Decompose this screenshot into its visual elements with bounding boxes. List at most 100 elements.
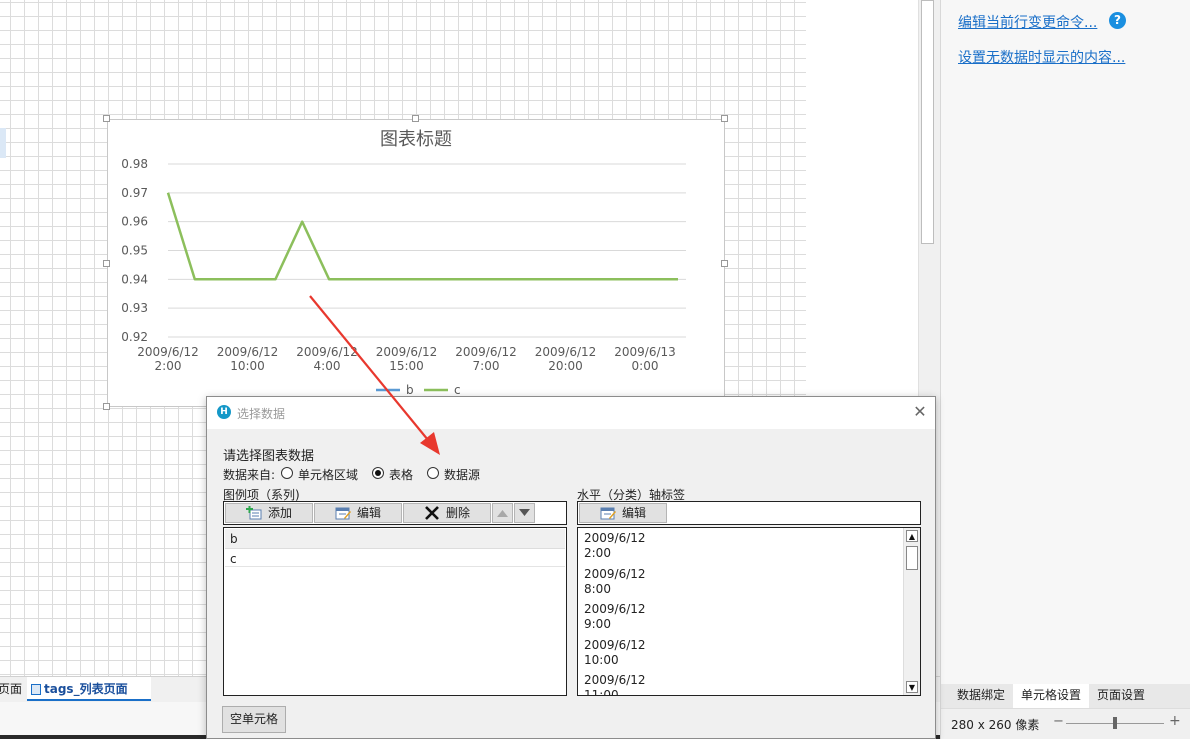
delete-series-button[interactable]: 删除 bbox=[403, 503, 491, 523]
scrollbar-thumb[interactable] bbox=[921, 0, 934, 244]
radio-cell-range[interactable] bbox=[281, 467, 293, 479]
dialog-heading: 请选择图表数据 bbox=[223, 449, 315, 464]
page-tab-partial[interactable]: 页面 bbox=[0, 677, 22, 701]
list-item[interactable]: 2009/6/12 9:00 bbox=[584, 602, 646, 632]
zoom-slider-thumb[interactable] bbox=[1113, 717, 1117, 729]
delete-series-label: 删除 bbox=[446, 506, 471, 520]
list-item-line: 2009/6/12 bbox=[584, 602, 646, 616]
x-tick-label: 2009/6/12 4:00 bbox=[296, 345, 358, 373]
zoom-in-icon[interactable]: + bbox=[1169, 713, 1181, 729]
edit-icon bbox=[335, 507, 351, 520]
x-tick-label: 2009/6/12 10:00 bbox=[217, 345, 279, 373]
x-tick-label-line: 7:00 bbox=[473, 359, 500, 373]
scrollbar-thumb[interactable] bbox=[906, 546, 918, 570]
tab-page-settings[interactable]: 页面设置 bbox=[1089, 684, 1153, 708]
app-logo-icon: H bbox=[217, 405, 231, 419]
x-tick-label-line: 2009/6/12 bbox=[296, 345, 358, 359]
list-item[interactable]: b bbox=[230, 532, 238, 546]
list-item-line: 10:00 bbox=[584, 652, 619, 667]
radio-table-label[interactable]: 表格 bbox=[389, 466, 413, 483]
x-tick-label-line: 0:00 bbox=[632, 359, 659, 373]
chart-plot: 0.920.930.940.950.960.970.982009/6/12 2:0… bbox=[121, 157, 686, 397]
edit-category-button[interactable]: 编辑 bbox=[579, 503, 667, 523]
y-tick-label: 0.94 bbox=[121, 272, 148, 286]
x-tick-label-line: 2009/6/12 bbox=[376, 345, 438, 359]
scroll-down-icon[interactable]: ▼ bbox=[906, 681, 918, 693]
list-item[interactable]: 2009/6/12 8:00 bbox=[584, 567, 646, 597]
x-tick-label-line: 2009/6/13 bbox=[614, 345, 676, 359]
resize-handle-tl[interactable] bbox=[103, 115, 110, 122]
x-tick-label-line: 2009/6/12 bbox=[217, 345, 279, 359]
triangle-down-icon bbox=[519, 509, 530, 516]
close-icon[interactable]: ✕ bbox=[909, 401, 931, 423]
y-tick-label: 0.93 bbox=[121, 301, 148, 315]
y-tick-label: 0.92 bbox=[121, 330, 148, 344]
series-row-selected bbox=[225, 529, 565, 549]
page-icon bbox=[31, 684, 41, 695]
list-item-line: 2009/6/12 bbox=[584, 673, 646, 687]
scroll-up-icon[interactable]: ▲ bbox=[906, 530, 918, 542]
resize-handle-ml[interactable] bbox=[103, 260, 110, 267]
edit-series-button[interactable]: 编辑 bbox=[314, 503, 402, 523]
radio-data-source-label[interactable]: 数据源 bbox=[444, 466, 480, 483]
x-tick-label-line: 4:00 bbox=[314, 359, 341, 373]
resize-handle-mr[interactable] bbox=[721, 260, 728, 267]
move-down-button[interactable] bbox=[514, 503, 535, 523]
delete-icon bbox=[425, 506, 439, 520]
zoom-out-icon[interactable]: − bbox=[1053, 714, 1064, 729]
radio-cell-range-label[interactable]: 单元格区域 bbox=[298, 466, 358, 483]
resize-handle-tm[interactable] bbox=[412, 115, 419, 122]
page-tab-label: tags_列表页面 bbox=[44, 682, 128, 696]
add-series-label: 添加 bbox=[268, 506, 293, 520]
x-tick-label-line: 15:00 bbox=[389, 359, 424, 373]
legend-label-c: c bbox=[454, 383, 461, 397]
y-tick-label: 0.97 bbox=[121, 186, 148, 200]
radio-data-source[interactable] bbox=[427, 467, 439, 479]
radio-table[interactable] bbox=[372, 467, 384, 479]
help-icon[interactable]: ? bbox=[1109, 12, 1126, 29]
list-item-line: 2009/6/12 bbox=[584, 531, 646, 545]
list-item[interactable]: c bbox=[230, 552, 237, 566]
edit-icon bbox=[600, 507, 616, 520]
list-item[interactable]: 2009/6/12 10:00 bbox=[584, 638, 646, 668]
list-item[interactable]: 2009/6/12 11:00 bbox=[584, 673, 646, 696]
triangle-up-icon bbox=[497, 510, 508, 517]
size-readout: 280 x 260 像素 bbox=[951, 718, 1040, 732]
empty-cells-button[interactable]: 空单元格 bbox=[222, 706, 286, 733]
y-tick-label: 0.98 bbox=[121, 157, 148, 171]
list-item-line: 2009/6/12 bbox=[584, 637, 646, 652]
edit-row-change-command-link[interactable]: 编辑当前行变更命令... bbox=[958, 12, 1097, 32]
category-list-scrollbar[interactable]: ▲ ▼ bbox=[903, 528, 920, 695]
category-list[interactable]: 2009/6/12 2:00 2009/6/12 8:00 2009/6/12 9:00 2… bbox=[577, 527, 921, 696]
data-source-label: 数据来自: bbox=[223, 468, 276, 482]
add-series-button[interactable]: 添加 bbox=[225, 503, 313, 523]
x-tick-label: 2009/6/12 20:00 bbox=[535, 345, 597, 373]
series-toolbar: 添加 编辑 删除 bbox=[223, 501, 567, 525]
list-item-line: 11:00 bbox=[584, 688, 619, 696]
resize-handle-tr[interactable] bbox=[721, 115, 728, 122]
tab-data-binding[interactable]: 数据绑定 bbox=[941, 684, 1013, 708]
move-up-button[interactable] bbox=[492, 503, 513, 523]
dialog-titlebar[interactable]: H 选择数据 ✕ bbox=[207, 397, 935, 429]
list-item-line: 9:00 bbox=[584, 617, 611, 631]
x-tick-label-line: 2009/6/12 bbox=[137, 345, 199, 359]
size-status: 280 x 260 像素 − + bbox=[941, 708, 1190, 739]
set-empty-data-content-link[interactable]: 设置无数据时显示的内容... bbox=[958, 47, 1125, 67]
list-item-line: 2:00 bbox=[584, 546, 611, 560]
tab-cell-settings[interactable]: 单元格设置 bbox=[1013, 684, 1090, 708]
list-item[interactable]: 2009/6/12 2:00 bbox=[584, 531, 646, 561]
page-tab-tags-list[interactable]: tags_列表页面 bbox=[27, 677, 151, 701]
x-tick-label: 2009/6/12 15:00 bbox=[376, 345, 438, 373]
x-tick-label-line: 2009/6/12 bbox=[535, 345, 597, 359]
resize-handle-bl[interactable] bbox=[103, 403, 110, 410]
x-tick-label-line: 10:00 bbox=[230, 359, 265, 373]
list-item-line: 2009/6/12 bbox=[584, 566, 646, 581]
add-icon bbox=[246, 506, 262, 520]
x-tick-label: 2009/6/12 7:00 bbox=[455, 345, 517, 373]
series-list[interactable]: b c bbox=[223, 527, 567, 696]
line-chart[interactable]: 图表标题 0.92 0.93 0.94 0.95 0.96 0.97 0.98 2009/6/… bbox=[107, 119, 725, 407]
x-tick-label-line: 2:00 bbox=[155, 359, 182, 373]
y-tick-label: 0.96 bbox=[121, 215, 148, 229]
series-line-c bbox=[166, 192, 678, 281]
series-row bbox=[225, 549, 565, 567]
